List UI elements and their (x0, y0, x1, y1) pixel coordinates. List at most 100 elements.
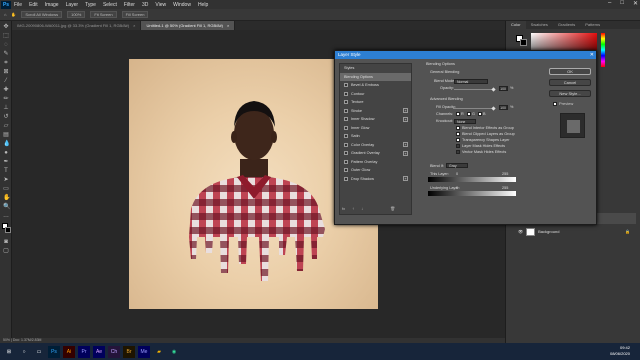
blur-tool-icon[interactable]: 💧 (3, 141, 10, 147)
opacity-input[interactable]: 100 (499, 86, 508, 91)
style-checkbox[interactable] (344, 108, 348, 113)
menu-window[interactable]: Window (173, 2, 191, 8)
quick-select-tool-icon[interactable]: ✎ (3, 51, 9, 57)
style-item-pattern-overlay[interactable]: Pattern Overlay (340, 158, 411, 167)
style-item-texture[interactable]: Texture (340, 98, 411, 107)
more-tools-icon[interactable]: … (3, 213, 9, 219)
vector-mask-hides-checkbox[interactable] (456, 150, 460, 154)
hand-tool-icon[interactable]: ✋ (3, 195, 10, 201)
style-item-bevel-emboss[interactable]: Bevel & Emboss (340, 81, 411, 90)
tab-gradients[interactable]: Gradients (553, 21, 580, 29)
style-checkbox[interactable] (344, 159, 348, 164)
move-down-icon[interactable]: ↓ (361, 206, 363, 211)
menu-view[interactable]: View (155, 2, 166, 8)
blend-clipped-checkbox[interactable] (456, 132, 460, 136)
style-item-styles[interactable]: Styles (340, 64, 411, 73)
knockout-select[interactable]: None (454, 119, 476, 124)
dodge-tool-icon[interactable]: ● (3, 150, 9, 156)
eyedropper-tool-icon[interactable]: ⁄ (3, 78, 9, 84)
channel-b-checkbox[interactable] (478, 112, 482, 116)
style-checkbox[interactable] (344, 83, 348, 88)
path-select-tool-icon[interactable]: ➤ (3, 177, 9, 183)
opacity-slider-handle[interactable] (491, 87, 496, 92)
preview-toggle[interactable]: Preview (553, 101, 573, 106)
style-checkbox[interactable] (344, 176, 348, 181)
fill-opacity-slider-handle[interactable] (491, 106, 496, 111)
style-item-inner-glow[interactable]: Inner Glow (340, 124, 411, 133)
style-checkbox[interactable] (344, 91, 348, 96)
hue-slider[interactable] (601, 33, 605, 67)
color-panel-swatches[interactable] (516, 35, 527, 46)
style-checkbox[interactable] (344, 142, 348, 147)
home-icon[interactable]: ⌂ (4, 12, 6, 17)
blend-mode-select[interactable]: Normal (454, 79, 488, 84)
add-style-icon[interactable]: + (403, 176, 408, 182)
fx-icon[interactable]: fx (342, 206, 345, 211)
taskbar-app-ae[interactable]: Ae (93, 345, 105, 358)
brush-tool-icon[interactable]: ✏ (3, 96, 9, 102)
zoom-100-button[interactable]: 100% (67, 11, 86, 18)
menu-edit[interactable]: Edit (29, 2, 38, 8)
color-swatches[interactable] (0, 222, 12, 236)
fill-opacity-input[interactable]: 100 (499, 105, 508, 110)
menu-image[interactable]: Image (45, 2, 59, 8)
tab-close-icon[interactable]: × (227, 23, 229, 28)
menu-select[interactable]: Select (103, 2, 117, 8)
zoom-tool-icon[interactable]: 🔍 (3, 204, 10, 210)
fill-opacity-slider[interactable] (454, 108, 494, 109)
preview-checkbox[interactable] (553, 101, 557, 106)
menu-3d[interactable]: 3D (142, 2, 148, 8)
background-color[interactable] (5, 227, 11, 233)
taskbar-app-ch[interactable]: Ch (108, 345, 120, 358)
move-tool-icon[interactable]: ✥ (3, 24, 9, 30)
add-style-icon[interactable]: + (403, 142, 408, 148)
tab-color[interactable]: Color (506, 21, 526, 29)
menu-filter[interactable]: Filter (124, 2, 135, 8)
eye-icon[interactable]: 👁 (518, 229, 523, 234)
quick-mask-icon[interactable]: ◙ (3, 239, 9, 245)
tab-document-1[interactable]: IMG-20090806-WA0011.jpg @ 33.3% (Gradien… (12, 21, 142, 30)
ok-button[interactable]: OK (549, 68, 591, 75)
pen-tool-icon[interactable]: ✒ (3, 159, 9, 165)
style-item-contour[interactable]: Contour (340, 90, 411, 99)
type-tool-icon[interactable]: T (3, 168, 9, 174)
windows-start-icon[interactable]: ⊞ (3, 346, 15, 358)
style-item-drop-shadow[interactable]: Drop Shadow + (340, 175, 411, 184)
style-item-gradient-overlay[interactable]: Gradient Overlay + (340, 149, 411, 158)
add-style-icon[interactable]: + (403, 116, 408, 122)
style-item-outer-glow[interactable]: Outer Glow (340, 166, 411, 175)
maximize-icon[interactable]: □ (620, 0, 624, 7)
this-layer-gradient-slider[interactable] (428, 177, 516, 182)
system-clock[interactable]: 09:42 08/06/2020 (610, 345, 630, 357)
scroll-all-windows-checkbox[interactable]: Scroll All Windows (21, 11, 63, 18)
eraser-tool-icon[interactable]: ▱ (3, 123, 9, 129)
menu-layer[interactable]: Layer (66, 2, 79, 8)
gradient-tool-icon[interactable]: ▤ (3, 132, 9, 138)
clone-stamp-tool-icon[interactable]: ⊥ (3, 105, 9, 111)
layer-name[interactable]: Background (538, 229, 559, 234)
healing-brush-tool-icon[interactable]: ✚ (3, 87, 9, 93)
underlying-layer-gradient-slider[interactable] (428, 191, 516, 196)
channel-r-checkbox[interactable] (456, 112, 460, 116)
style-checkbox[interactable] (344, 134, 348, 139)
menu-file[interactable]: File (14, 2, 22, 8)
panel-background-color[interactable] (520, 39, 527, 46)
style-item-blending-options[interactable]: Blending Options (340, 72, 411, 81)
cancel-button[interactable]: Cancel (549, 79, 591, 86)
marquee-tool-icon[interactable]: ⬚ (3, 33, 9, 39)
browser-icon[interactable]: ◉ (168, 346, 180, 358)
taskbar-app-pr[interactable]: Pr (78, 345, 90, 358)
channel-g-checkbox[interactable] (467, 112, 471, 116)
layer-row[interactable]: 👁 Background 🔒 (514, 226, 636, 237)
tab-close-icon[interactable]: × (133, 23, 135, 28)
menu-help[interactable]: Help (198, 2, 208, 8)
fill-screen-button[interactable]: Fill Screen (121, 11, 149, 18)
menu-type[interactable]: Type (85, 2, 96, 8)
style-item-color-overlay[interactable]: Color Overlay + (340, 141, 411, 150)
tab-document-2[interactable]: Untitled-1 @ 50% (Gradient Fill 1, RGB/8… (141, 21, 236, 30)
crop-tool-icon[interactable]: ⌗ (3, 60, 9, 66)
close-icon[interactable]: ✕ (633, 0, 638, 7)
tab-swatches[interactable]: Swatches (526, 21, 553, 29)
taskbar-app-ai[interactable]: Ai (63, 345, 75, 358)
tab-patterns[interactable]: Patterns (580, 21, 605, 29)
